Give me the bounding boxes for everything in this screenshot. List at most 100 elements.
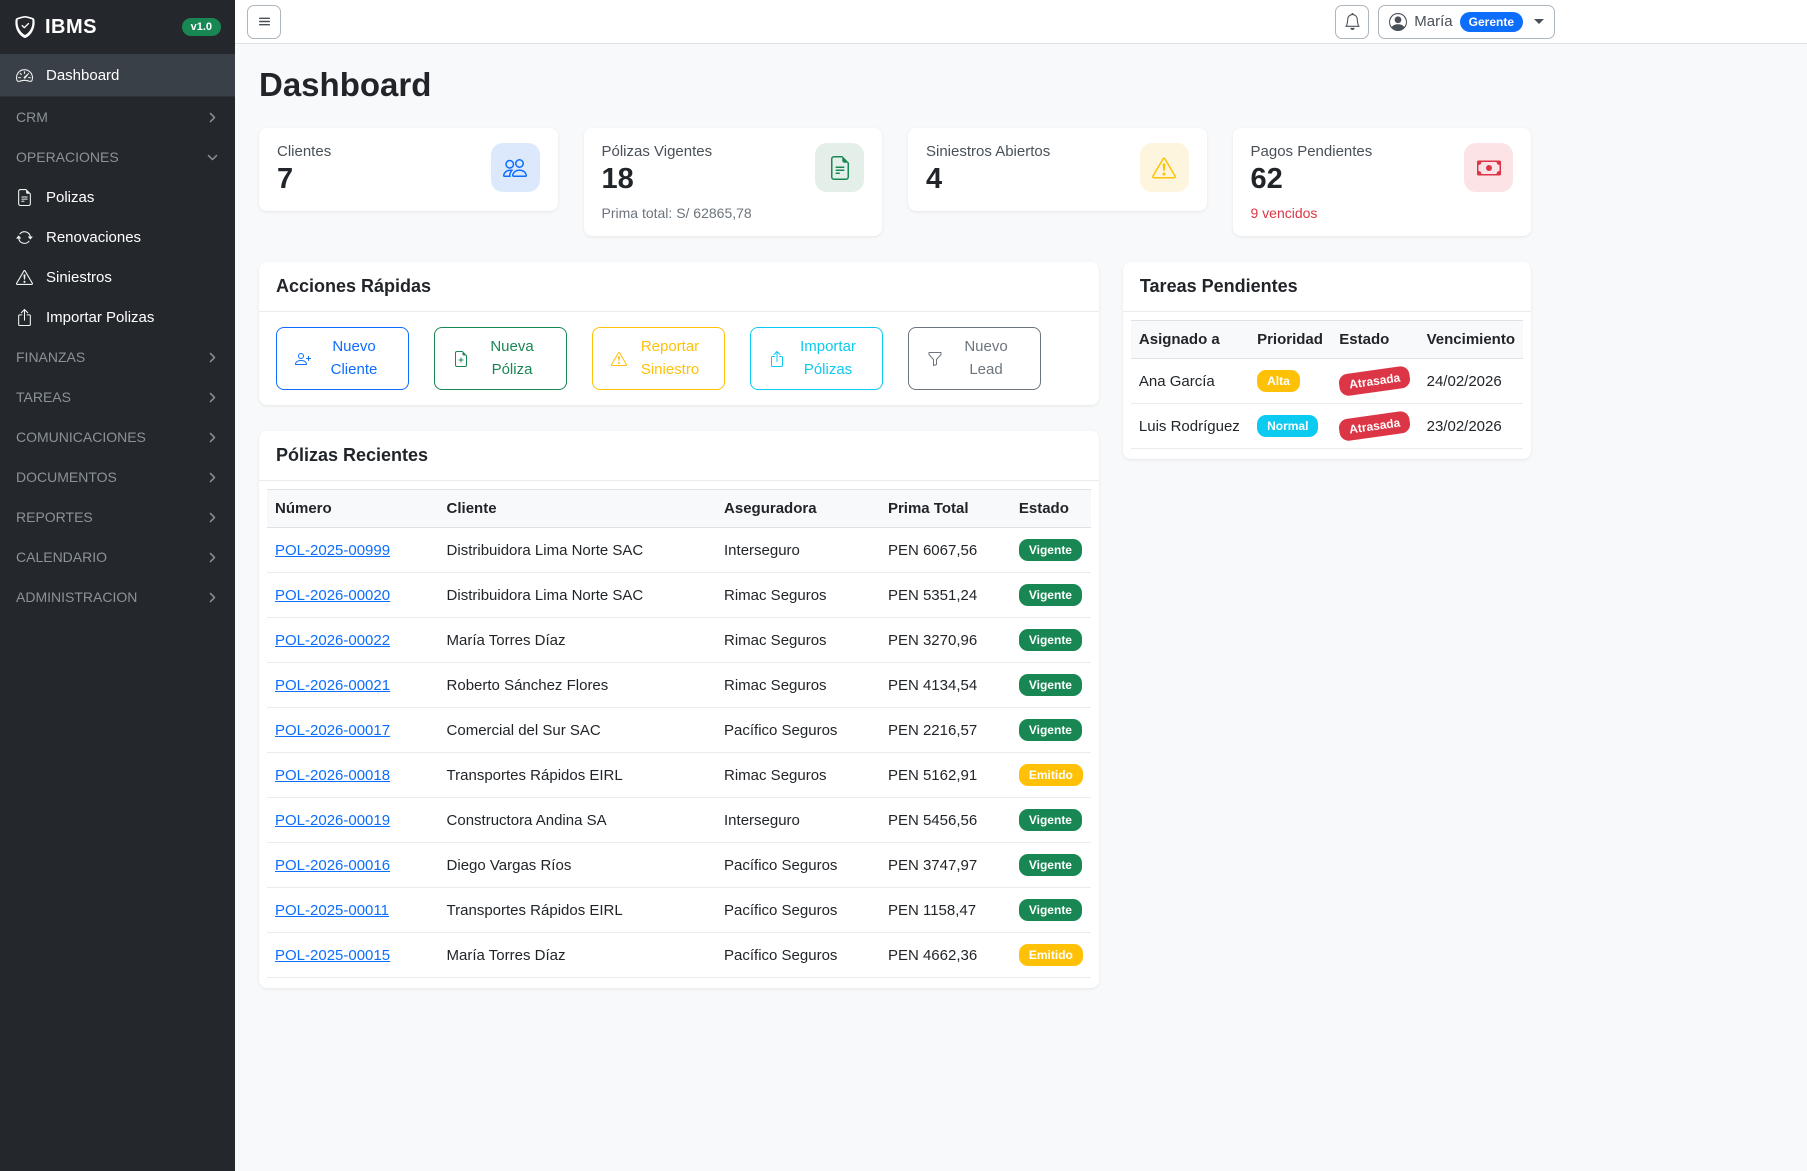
sidebar-section-label: DOCUMENTOS <box>16 469 117 485</box>
version-badge: v1.0 <box>182 18 221 36</box>
policy-number-link[interactable]: POL-2026-00017 <box>275 722 390 739</box>
recent-policies-title: Pólizas Recientes <box>259 431 1099 481</box>
policy-premium: PEN 5162,91 <box>880 753 1011 798</box>
quick-action-importar-pólizas[interactable]: Importar Pólizas <box>750 327 883 390</box>
funnel-icon <box>927 351 943 367</box>
stat-card-text: Pólizas Vigentes18Prima total: S/ 62865,… <box>602 143 752 221</box>
policy-number-link[interactable]: POL-2026-00022 <box>275 632 390 649</box>
policy-number-link[interactable]: POL-2025-00015 <box>275 947 390 964</box>
policy-row: POL-2025-00999 Distribuidora Lima Norte S… <box>267 528 1091 573</box>
stat-label: Pagos Pendientes <box>1251 143 1373 160</box>
brand-name: IBMS <box>45 16 97 39</box>
stat-label: Pólizas Vigentes <box>602 143 752 160</box>
quick-action-reportar-siniestro[interactable]: Reportar Siniestro <box>592 327 725 390</box>
sidebar-section-operaciones[interactable]: OPERACIONES <box>0 137 235 177</box>
task-priority-cell: Alta <box>1249 359 1331 404</box>
people-icon <box>491 143 540 192</box>
sidebar-section-reportes[interactable]: REPORTES <box>0 497 235 537</box>
status-badge: Atrasada <box>1338 410 1412 442</box>
sidebar-section-comunicaciones[interactable]: COMUNICACIONES <box>0 417 235 457</box>
policy-premium: PEN 3747,97 <box>880 843 1011 888</box>
stats-row: Clientes7Pólizas Vigentes18Prima total: … <box>259 128 1531 236</box>
policy-client: Distribuidora Lima Norte SAC <box>439 528 716 573</box>
policies-col-header: Cliente <box>439 490 716 528</box>
tasks-col-header: Vencimiento <box>1419 321 1523 359</box>
sidebar-section-label: CALENDARIO <box>16 549 107 565</box>
stat-card-text: Siniestros Abiertos 4 <box>926 143 1050 196</box>
pending-tasks-panel: Tareas Pendientes Asignado aPrioridadEst… <box>1123 262 1531 459</box>
stat-subtitle: 9 vencidos <box>1251 205 1373 221</box>
sidebar-section-finanzas[interactable]: FINANZAS <box>0 337 235 377</box>
sidebar-item-polizas[interactable]: Polizas <box>0 177 235 217</box>
user-menu[interactable]: María Gerente <box>1378 5 1555 39</box>
stat-card-1: Pólizas Vigentes18Prima total: S/ 62865,… <box>584 128 883 236</box>
policy-client: María Torres Díaz <box>439 933 716 978</box>
warning-triangle-icon <box>16 269 33 286</box>
notifications-button[interactable] <box>1335 5 1369 39</box>
file-text-icon <box>16 189 33 206</box>
quick-action-label: Importar Pólizas <box>792 336 864 381</box>
sidebar-section-crm[interactable]: CRM <box>0 97 235 137</box>
chevron-right-icon <box>206 471 219 484</box>
policies-col-header: Prima Total <box>880 490 1011 528</box>
quick-actions-title: Acciones Rápidas <box>259 262 1099 312</box>
task-due-date: 23/02/2026 <box>1419 404 1523 449</box>
sidebar-section-administracion[interactable]: ADMINISTRACION <box>0 577 235 617</box>
stat-card-3: Pagos Pendientes629 vencidos <box>1233 128 1532 236</box>
hamburger-icon <box>256 13 273 30</box>
policy-number-link[interactable]: POL-2026-00019 <box>275 812 390 829</box>
quick-action-nuevo-lead[interactable]: Nuevo Lead <box>908 327 1041 390</box>
policy-number-link[interactable]: POL-2026-00021 <box>275 677 390 694</box>
policy-status-cell: Vigente <box>1011 798 1091 843</box>
stat-label: Siniestros Abiertos <box>926 143 1050 160</box>
policy-number-link[interactable]: POL-2026-00018 <box>275 767 390 784</box>
policy-row: POL-2025-00015María Torres DíazPacífico … <box>267 933 1091 978</box>
sidebar-section-tareas[interactable]: TAREAS <box>0 377 235 417</box>
user-role-badge: Gerente <box>1460 12 1523 32</box>
page-title: Dashboard <box>259 66 1531 104</box>
policy-row: POL-2026-00021Roberto Sánchez FloresRima… <box>267 663 1091 708</box>
task-assignee: Luis Rodríguez <box>1131 404 1249 449</box>
task-status-cell: Atrasada <box>1331 359 1418 404</box>
chevron-right-icon <box>206 111 219 124</box>
sidebar-item-renovaciones[interactable]: Renovaciones <box>0 217 235 257</box>
policy-premium: PEN 5351,24 <box>880 573 1011 618</box>
sidebar-section-label: CRM <box>16 109 48 125</box>
bell-icon <box>1344 13 1361 30</box>
sidebar-item-siniestros[interactable]: Siniestros <box>0 257 235 297</box>
policy-number-link[interactable]: POL-2025-00011 <box>275 902 389 919</box>
sidebar-item-label: Renovaciones <box>46 229 141 246</box>
policy-status-badge: Vigente <box>1019 674 1082 696</box>
pending-tasks-title: Tareas Pendientes <box>1123 262 1531 312</box>
priority-badge: Alta <box>1257 370 1300 392</box>
sidebar-item-importar-polizas[interactable]: Importar Polizas <box>0 297 235 337</box>
sidebar-section-label: FINANZAS <box>16 349 85 365</box>
policy-premium: PEN 5456,56 <box>880 798 1011 843</box>
warning-triangle-icon <box>1140 143 1189 192</box>
upload-icon <box>769 351 785 367</box>
sidebar-section-calendario[interactable]: CALENDARIO <box>0 537 235 577</box>
policy-status-cell: Vigente <box>1011 573 1091 618</box>
policies-col-header: Número <box>267 490 439 528</box>
quick-action-nuevo-cliente[interactable]: Nuevo Cliente <box>276 327 409 390</box>
policy-row: POL-2026-00018Transportes Rápidos EIRLRi… <box>267 753 1091 798</box>
policy-client: Roberto Sánchez Flores <box>439 663 716 708</box>
stat-subtitle: Prima total: S/ 62865,78 <box>602 205 752 221</box>
stat-value: 4 <box>926 163 1050 196</box>
policy-premium: PEN 1158,47 <box>880 888 1011 933</box>
policy-insurer: Pacífico Seguros <box>716 843 880 888</box>
quick-action-nueva-póliza[interactable]: Nueva Póliza <box>434 327 567 390</box>
tasks-col-header: Asignado a <box>1131 321 1249 359</box>
policy-number-link[interactable]: POL-2025-00999 <box>275 542 390 559</box>
stat-value: 7 <box>277 163 331 196</box>
sidebar-section-documentos[interactable]: DOCUMENTOS <box>0 457 235 497</box>
policy-number-link[interactable]: POL-2026-00020 <box>275 587 390 604</box>
policy-number-cell: POL-2026-00020 <box>267 573 439 618</box>
sidebar-item-dashboard[interactable]: Dashboard <box>0 55 235 97</box>
sidebar-toggle-button[interactable] <box>247 5 281 39</box>
policy-premium: PEN 2216,57 <box>880 708 1011 753</box>
policy-status-badge: Vigente <box>1019 809 1082 831</box>
policy-number-link[interactable]: POL-2026-00016 <box>275 857 390 874</box>
pending-tasks-table: Asignado aPrioridadEstadoVencimiento Ana… <box>1131 320 1523 449</box>
shield-check-icon <box>14 16 36 38</box>
